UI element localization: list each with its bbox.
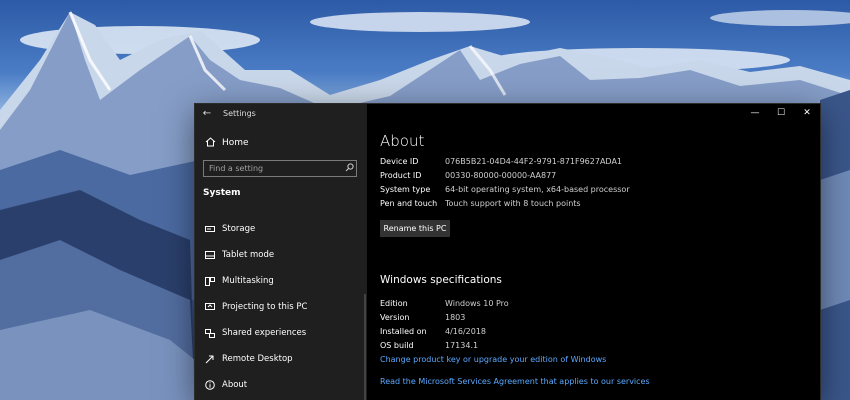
sidebar-scrollbar[interactable]	[364, 294, 366, 400]
spec-label: Pen and touch	[380, 199, 438, 208]
sidebar-item-label: Projecting to this PC	[222, 302, 308, 312]
spec-label: Product ID	[380, 171, 422, 180]
spec-label: OS build	[380, 341, 414, 350]
sidebar-item-shared-experiences[interactable]: Shared experiences	[195, 320, 367, 346]
sidebar-item-label: Storage	[222, 224, 256, 234]
page-title: About	[380, 132, 425, 150]
home-label: Home	[222, 138, 249, 148]
spec-value: 00330-80000-00000-AA877	[445, 171, 557, 180]
projecting-icon	[203, 302, 217, 312]
spec-label: Installed on	[380, 327, 427, 336]
sidebar-item-home[interactable]: Home	[195, 133, 367, 153]
sidebar-item-about[interactable]: About	[195, 372, 367, 398]
settings-window: ← Settings Home System Storage	[195, 104, 820, 400]
spec-row-os-build: OS build 17134.1	[380, 341, 478, 350]
spec-value: Windows 10 Pro	[445, 299, 509, 308]
search-box[interactable]	[203, 160, 357, 177]
home-icon	[203, 136, 217, 150]
sidebar-item-projecting[interactable]: Projecting to this PC	[195, 294, 367, 320]
spec-row-version: Version 1803	[380, 313, 465, 322]
section-heading-windows-specifications: Windows specifications	[380, 274, 502, 286]
tablet-mode-icon	[203, 250, 217, 260]
sidebar-item-storage[interactable]: Storage	[195, 216, 367, 242]
window-title: Settings	[223, 108, 256, 118]
sidebar-item-label: Shared experiences	[222, 328, 307, 338]
sidebar-item-tablet-mode[interactable]: Tablet mode	[195, 242, 367, 268]
multitasking-icon	[203, 276, 217, 286]
services-agreement-link[interactable]: Read the Microsoft Services Agreement th…	[380, 377, 650, 386]
spec-value: 64-bit operating system, x64-based proce…	[445, 185, 630, 194]
sidebar-item-label: Tablet mode	[222, 250, 275, 260]
spec-value: 17134.1	[445, 341, 479, 350]
spec-value: 076B5B21-04D4-44F2-9791-871F9627ADA1	[445, 157, 623, 166]
spec-row-system-type: System type 64-bit operating system, x64-…	[380, 185, 630, 194]
spec-row-pen-and-touch: Pen and touch Touch support with 8 touch …	[380, 199, 581, 208]
spec-row-installed-on: Installed on 4/16/2018	[380, 327, 486, 336]
storage-icon	[203, 225, 217, 233]
title-bar: ← Settings	[195, 104, 367, 122]
info-icon	[203, 380, 217, 390]
sidebar-nav: Storage Tablet mode Multitasking Project…	[195, 216, 367, 398]
shared-experiences-icon	[203, 328, 217, 338]
sidebar-item-remote-desktop[interactable]: Remote Desktop	[195, 346, 367, 372]
spec-row-device-id: Device ID 076B5B21-04D4-44F2-9791-871F962…	[380, 157, 622, 166]
spec-row-product-id: Product ID 00330-80000-00000-AA877	[380, 171, 556, 180]
spec-value: Touch support with 8 touch points	[445, 199, 581, 208]
spec-row-edition: Edition Windows 10 Pro	[380, 299, 509, 308]
search-input[interactable]	[204, 164, 342, 173]
spec-label: Version	[380, 313, 410, 322]
spec-label: System type	[380, 185, 431, 194]
settings-sidebar: ← Settings Home System Storage	[195, 104, 367, 400]
spec-label: Device ID	[380, 157, 419, 166]
spec-value: 4/16/2018	[445, 327, 487, 336]
sidebar-item-label: Remote Desktop	[222, 354, 293, 364]
rename-pc-button[interactable]: Rename this PC	[380, 220, 450, 237]
spec-label: Edition	[380, 299, 408, 308]
about-page: About Device ID 076B5B21-04D4-44F2-9791-8…	[380, 104, 820, 400]
sidebar-item-multitasking[interactable]: Multitasking	[195, 268, 367, 294]
section-heading-system: System	[203, 188, 241, 198]
sidebar-item-label: Multitasking	[222, 276, 274, 286]
sidebar-item-label: About	[222, 380, 248, 390]
back-arrow-icon[interactable]: ←	[195, 104, 219, 122]
search-icon[interactable]	[342, 162, 356, 175]
remote-desktop-icon	[203, 355, 217, 364]
spec-value: 1803	[445, 313, 466, 322]
change-product-key-link[interactable]: Change product key or upgrade your editi…	[380, 355, 606, 364]
